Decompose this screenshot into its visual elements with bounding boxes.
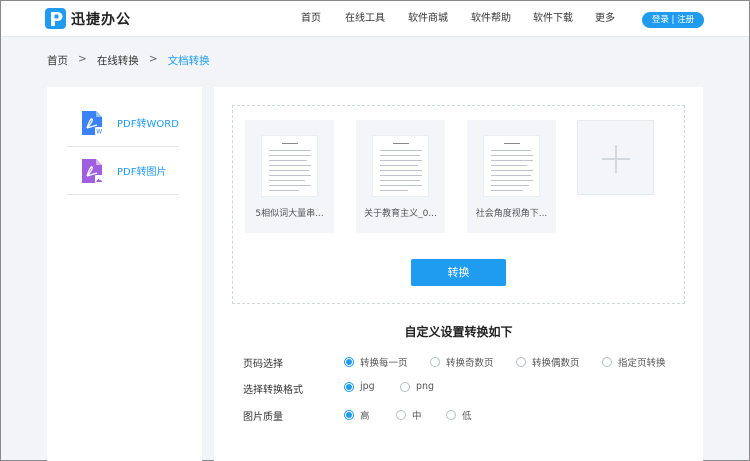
radio-label: 转换每一页 [360,358,408,369]
brand-logo[interactable]: 迅捷办公 [45,8,131,29]
radio-dot [344,357,354,367]
login-register-button[interactable]: 登录 | 注册 [642,12,704,28]
radio-dot [344,410,354,420]
radio-dot [516,357,526,367]
radio-convert-odd-pages[interactable]: 转换奇数页 [430,355,494,369]
file-card[interactable]: 社会角度视角下... [467,120,556,233]
convert-button[interactable]: 转换 [411,259,506,286]
radio-dot [602,357,612,367]
breadcrumb-online-convert[interactable]: 在线转换 [97,53,139,68]
file-thumbnail [372,135,429,197]
radio-specify-pages[interactable]: 指定页转换 [602,355,666,369]
radio-label: 转换偶数页 [532,358,580,369]
file-thumbnail [261,135,318,197]
radio-label: 低 [462,411,472,422]
brand-name: 迅捷办公 [71,11,131,28]
radio-convert-every-page[interactable]: 转换每一页 [344,355,408,369]
format-selection-label: 选择转换格式 [243,385,303,396]
brand-logo-icon [45,8,66,29]
svg-text:W: W [96,129,102,136]
nav-online-tools[interactable]: 在线工具 [345,1,385,37]
radio-format-png[interactable]: png [400,381,434,392]
sidebar: W PDF转WORD PDF转图片 [47,87,202,461]
radio-convert-even-pages[interactable]: 转换偶数页 [516,355,580,369]
file-name: 社会角度视角下... [475,209,548,219]
sidebar-item-label: PDF转WORD [117,119,179,130]
radio-quality-high[interactable]: 高 [344,408,370,422]
nav-home[interactable]: 首页 [301,1,321,37]
add-file-button[interactable] [577,120,654,195]
pdf-to-word-icon: W [82,111,103,136]
sidebar-item-pdf-to-image[interactable]: PDF转图片 [67,147,179,195]
nav-software-help[interactable]: 软件帮助 [471,1,511,37]
radio-label: png [416,381,435,392]
sidebar-item-pdf-to-word[interactable]: W PDF转WORD [67,99,179,147]
page-selection-label: 页码选择 [243,359,283,370]
file-drop-zone[interactable]: 5相似词大量串... 关于教育主义_0... 社会角度视角下... 转换 [232,105,685,304]
radio-dot [396,410,406,420]
breadcrumb-separator: > [148,53,158,65]
radio-dot [446,410,456,420]
radio-label: 转换奇数页 [446,358,494,369]
plus-icon [602,145,630,173]
file-card[interactable]: 5相似词大量串... [245,120,334,233]
main-panel: 5相似词大量串... 关于教育主义_0... 社会角度视角下... 转换 自定义… [214,87,703,461]
radio-label: 高 [360,411,370,422]
radio-dot [344,381,354,392]
sidebar-item-label: PDF转图片 [117,167,167,178]
breadcrumb-current: 文档转换 [167,55,210,67]
radio-dot [430,357,440,367]
nav-more[interactable]: 更多 [595,1,615,37]
file-name: 关于教育主义_0... [364,209,437,219]
file-thumbnail [483,135,540,197]
file-name: 5相似词大量串... [255,209,324,219]
top-header: 迅捷办公 首页 在线工具 软件商城 软件帮助 软件下载 更多 登录 | 注册 [1,1,749,37]
nav-software-store[interactable]: 软件商城 [408,1,448,37]
settings-title: 自定义设置转换如下 [404,325,513,339]
radio-label: 中 [412,411,422,422]
pdf-to-image-icon [82,159,103,183]
radio-label: jpg [360,381,375,392]
file-card[interactable]: 关于教育主义_0... [356,120,445,233]
radio-quality-medium[interactable]: 中 [396,408,422,422]
breadcrumb-separator: > [78,53,87,65]
image-quality-label: 图片质量 [243,412,283,423]
breadcrumb-home[interactable]: 首页 [47,53,68,68]
radio-label: 指定页转换 [618,358,666,369]
radio-quality-low[interactable]: 低 [446,408,472,422]
radio-dot [400,381,410,392]
nav-software-download[interactable]: 软件下载 [533,1,573,37]
radio-format-jpg[interactable]: jpg [344,381,375,392]
breadcrumb: 首页 > 在线转换 > 文档转换 [47,53,210,68]
